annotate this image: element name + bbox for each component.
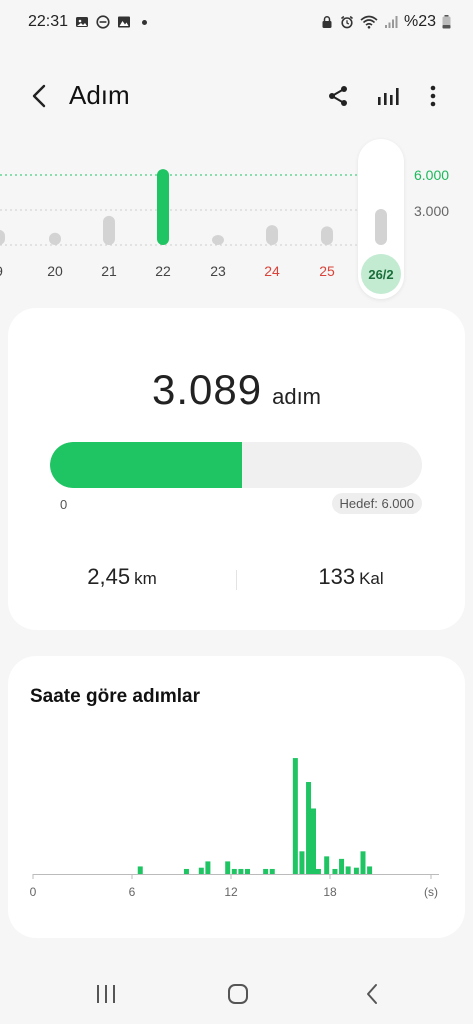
steps-unit: adım [272, 384, 322, 409]
bar-chart-icon [378, 88, 399, 105]
day-bar[interactable] [212, 235, 224, 245]
weekly-steps-chart: 9 20 21 22 23 24 25 26/2 6.000 3.000 [0, 135, 473, 300]
calories-unit: Kal [359, 569, 384, 588]
goal-badge: Hedef: 6.000 [331, 493, 422, 514]
weekly-bars [0, 169, 387, 246]
dnd-icon [96, 15, 110, 29]
x-tick-label: 0 [30, 885, 37, 899]
hour-bar [345, 866, 351, 874]
x-tick-label: 18 [323, 885, 337, 899]
hour-bar [137, 866, 143, 874]
hour-bar [198, 867, 204, 874]
steps-count: 3.089 [151, 366, 263, 413]
notification-dot [142, 19, 148, 25]
day-bar[interactable] [321, 226, 333, 245]
more-vert-icon [430, 85, 436, 107]
battery-percent: %23 [403, 13, 436, 30]
hour-bar [269, 868, 275, 874]
page-title: Adım [69, 80, 130, 110]
hour-bar [205, 861, 211, 874]
calories-stat: 133 Kal [237, 564, 465, 600]
selected-day-badge[interactable]: 26/2 [361, 254, 401, 294]
steps-summary-card: 3.089 adım 0 Hedef: 6.000 2,45 km 133 Kal [8, 308, 465, 630]
hour-bar [332, 868, 338, 874]
hour-bar [315, 868, 321, 874]
goal-progress-fill [50, 442, 242, 488]
hour-bar [238, 868, 244, 874]
stats-row: 2,45 km 133 Kal [8, 564, 465, 600]
day-label[interactable]: 21 [101, 263, 117, 279]
hourly-steps-card: 0 6 12 18 (s) Saate göre adımlar [8, 656, 465, 938]
back-button[interactable] [24, 80, 56, 112]
share-icon [329, 86, 347, 106]
mid-axis-label: 3.000 [414, 203, 450, 219]
progress-zero-label: 0 [60, 497, 68, 512]
hour-bar [360, 851, 366, 874]
status-bar: 22:31 %23 [0, 0, 473, 44]
hour-bar [306, 782, 312, 874]
hour-bar [292, 758, 298, 874]
recents-icon [97, 985, 115, 1003]
hour-bar [367, 866, 373, 874]
home-icon [228, 984, 248, 1004]
day-bar[interactable] [49, 232, 61, 245]
hour-bar [183, 868, 189, 874]
x-tick-label: 12 [224, 885, 238, 899]
steps-count-row: 3.089 adım [8, 366, 465, 414]
hour-bar [299, 851, 305, 874]
hour-bar [311, 808, 316, 874]
wifi-icon [360, 15, 378, 29]
lock-icon [322, 16, 332, 28]
alarm-icon [340, 15, 353, 29]
share-button[interactable] [322, 80, 354, 112]
hour-bar [324, 856, 330, 874]
nav-back-button[interactable] [352, 978, 392, 1010]
day-label[interactable]: 24 [264, 263, 280, 279]
hour-bar [225, 861, 231, 874]
back-icon [367, 984, 377, 1004]
distance-unit: km [134, 569, 157, 588]
image-icon [76, 17, 89, 27]
recents-button[interactable] [86, 978, 126, 1010]
status-time: 22:31 [28, 13, 69, 30]
day-label[interactable]: 20 [47, 263, 63, 279]
day-label[interactable]: 23 [210, 263, 226, 279]
day-bar[interactable] [103, 215, 115, 245]
system-nav-bar [0, 960, 473, 1024]
trends-button[interactable] [372, 80, 404, 112]
hour-bar [231, 868, 237, 874]
hour-bar [353, 867, 359, 874]
hour-bar [339, 858, 345, 874]
battery-icon [442, 15, 451, 29]
signal-icon [384, 16, 398, 28]
day-bar[interactable] [0, 229, 5, 245]
day-bar[interactable] [157, 169, 169, 245]
x-tick-label: 6 [129, 885, 136, 899]
day-label[interactable]: 22 [155, 263, 171, 279]
calories-value: 133 [318, 564, 356, 589]
day-label[interactable]: 25 [319, 263, 335, 279]
hour-bar [263, 868, 269, 874]
day-bar[interactable] [375, 208, 387, 245]
app-header: Adım [0, 70, 473, 122]
back-arrow-icon [32, 84, 46, 108]
distance-stat: 2,45 km [8, 564, 236, 600]
gallery-icon [118, 16, 131, 28]
day-bar[interactable] [266, 225, 278, 245]
more-options-button[interactable] [417, 80, 449, 112]
goal-axis-label: 6.000 [414, 167, 450, 183]
home-button[interactable] [218, 978, 258, 1010]
hour-bar [245, 868, 250, 874]
distance-value: 2,45 [87, 564, 131, 589]
x-tick-label: (s) [424, 885, 438, 899]
goal-progress-bar [50, 442, 422, 488]
hourly-title: Saate göre adımlar [30, 686, 201, 707]
day-label[interactable]: 9 [0, 263, 3, 279]
